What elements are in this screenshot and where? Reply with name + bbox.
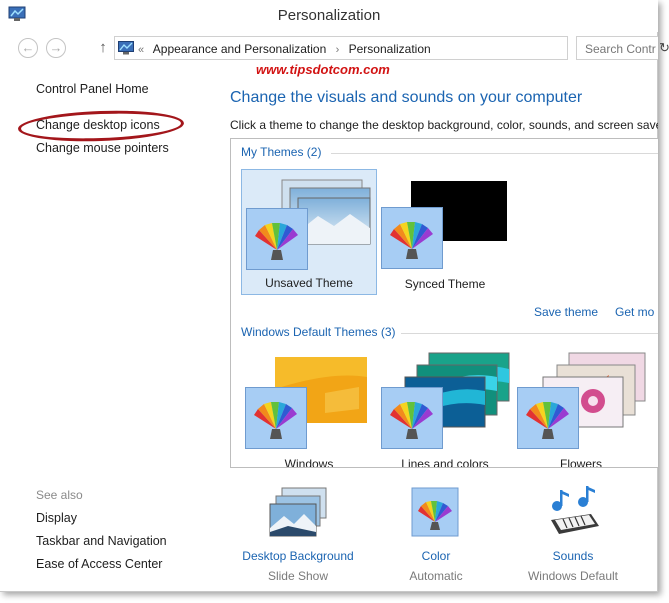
divider — [331, 153, 658, 154]
search-input[interactable]: Search Contr — [576, 36, 658, 60]
theme-label: Synced Theme — [404, 277, 486, 291]
forward-arrow-icon[interactable]: → — [46, 38, 66, 58]
see-also-heading: See also — [36, 488, 83, 502]
left-pane: Control Panel Home Change desktop icons … — [0, 64, 220, 592]
window-title: Personalization — [277, 7, 381, 24]
up-arrow-icon[interactable]: ↑ — [95, 38, 111, 58]
address-bar[interactable]: « Appearance and Personalization › Perso… — [114, 36, 669, 60]
color-palette-icon — [246, 208, 308, 270]
breadcrumb: « Appearance and Personalization › Perso… — [138, 42, 431, 56]
desktop-background-icon — [269, 487, 327, 537]
bottom-item-subtitle: Slide Show — [267, 569, 329, 583]
display-link[interactable]: Display — [36, 511, 77, 525]
bottom-item-subtitle: Automatic — [409, 569, 463, 583]
control-panel-home-link[interactable]: Control Panel Home — [36, 82, 149, 96]
save-theme-link[interactable]: Save theme — [534, 305, 598, 319]
bottom-item-title: Sounds — [552, 549, 594, 563]
theme-label: Unsaved Theme — [265, 276, 353, 290]
change-mouse-pointers-link[interactable]: Change mouse pointers — [36, 141, 169, 155]
divider — [401, 333, 658, 334]
personalization-window: Personalization ← → ↑ « Appearance and P… — [0, 0, 669, 592]
taskbar-navigation-link[interactable]: Taskbar and Navigation — [36, 534, 167, 548]
bottom-item-title: Color — [421, 549, 451, 563]
navigation-bar: ← → ↑ « Appearance and Personalization ›… — [0, 32, 669, 64]
page-title: Change the visuals and sounds on your co… — [230, 89, 583, 106]
theme-label: Flowers — [559, 457, 602, 468]
page-description: Click a theme to change the desktop back… — [230, 118, 658, 132]
get-more-themes-link[interactable]: Get mo — [615, 305, 654, 319]
theme-flowers[interactable]: Flowers — [513, 349, 649, 468]
annotation-ellipse — [17, 108, 185, 144]
theme-synced[interactable]: Synced Theme — [377, 169, 513, 295]
bottom-item-title: Desktop Background — [242, 549, 354, 563]
color-palette-icon — [245, 387, 307, 449]
breadcrumb-overflow[interactable]: « — [138, 44, 144, 56]
color-palette-icon — [411, 487, 459, 537]
breadcrumb-personalization[interactable]: Personalization — [349, 42, 431, 56]
color-palette-icon — [381, 207, 443, 269]
control-panel-icon — [118, 41, 134, 55]
my-themes-header: My Themes (2) — [241, 145, 322, 159]
theme-lines-and-colors[interactable]: Lines and colors — [377, 349, 513, 468]
color-palette-icon — [381, 387, 443, 449]
title-bar: Personalization — [0, 0, 658, 32]
search-placeholder: Search Contr — [585, 42, 656, 56]
theme-windows[interactable]: Windows — [241, 349, 377, 468]
default-themes-header: Windows Default Themes (3) — [241, 325, 396, 339]
bottom-item-subtitle: Windows Default — [527, 569, 619, 583]
sounds-icon — [551, 486, 599, 534]
theme-label: Lines and colors — [401, 457, 489, 468]
sounds-button[interactable]: Sounds Windows Default — [508, 486, 638, 583]
color-button[interactable]: Color Automatic — [371, 486, 501, 583]
breadcrumb-appearance[interactable]: Appearance and Personalization — [153, 42, 326, 56]
ease-of-access-link[interactable]: Ease of Access Center — [36, 557, 162, 571]
back-arrow-icon[interactable]: ← — [18, 38, 38, 58]
watermark: www.tipsdotcom.com — [256, 62, 390, 77]
color-palette-icon — [517, 387, 579, 449]
theme-label: Windows — [284, 457, 334, 468]
breadcrumb-separator: › — [335, 44, 340, 56]
desktop-background-button[interactable]: Desktop Background Slide Show — [233, 486, 363, 583]
theme-unsaved[interactable]: Unsaved Theme — [241, 169, 377, 295]
themes-list[interactable]: My Themes (2) Unsaved Theme Synced Theme… — [230, 138, 658, 468]
